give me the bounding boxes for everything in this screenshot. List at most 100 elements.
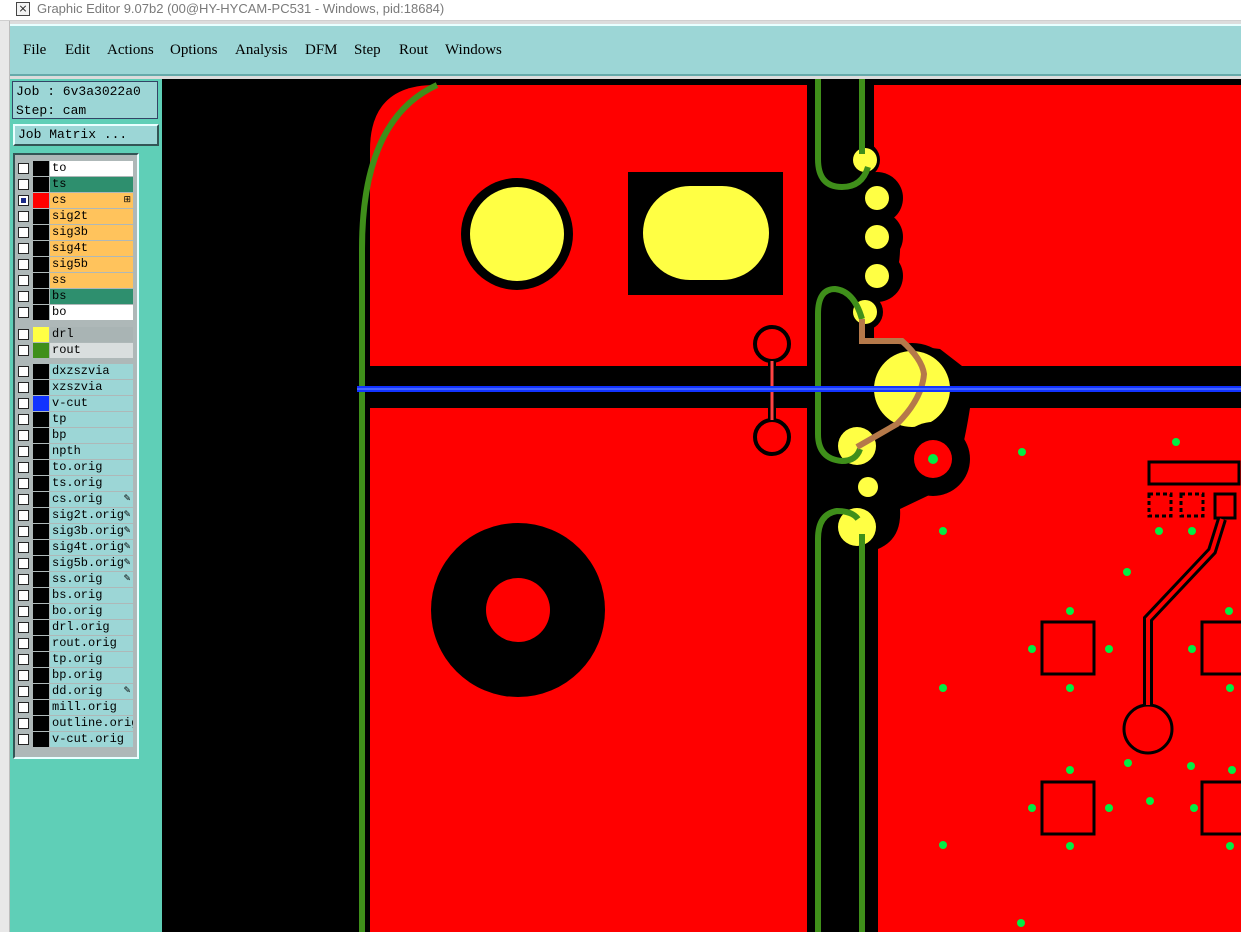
- layer-row-sig5b[interactable]: sig5b: [17, 257, 133, 272]
- layer-color-swatch[interactable]: [33, 524, 49, 539]
- layer-color-swatch[interactable]: [33, 177, 49, 192]
- layer-checkbox[interactable]: [18, 345, 29, 356]
- layer-checkbox[interactable]: [18, 638, 29, 649]
- layer-name[interactable]: tp: [50, 412, 133, 427]
- layer-name[interactable]: drl.orig: [50, 620, 133, 635]
- layer-checkbox[interactable]: [18, 195, 29, 206]
- layer-checkbox[interactable]: [18, 702, 29, 713]
- layer-row-xzszvia[interactable]: xzszvia: [17, 380, 133, 395]
- layer-checkbox[interactable]: [18, 542, 29, 553]
- job-matrix-button[interactable]: Job Matrix ...: [13, 124, 159, 146]
- layer-checkbox[interactable]: [18, 430, 29, 441]
- layer-row-v-cut-orig[interactable]: v-cut.orig: [17, 732, 133, 747]
- layer-row-dxzszvia[interactable]: dxzszvia: [17, 364, 133, 379]
- layer-row-sig4t[interactable]: sig4t: [17, 241, 133, 256]
- layer-name[interactable]: ts.orig: [50, 476, 133, 491]
- graphic-canvas[interactable]: [162, 79, 1241, 932]
- layer-row-to[interactable]: to: [17, 161, 133, 176]
- layer-color-swatch[interactable]: [33, 700, 49, 715]
- layer-name[interactable]: npth: [50, 444, 133, 459]
- layer-color-swatch[interactable]: [33, 412, 49, 427]
- layer-name[interactable]: bs: [50, 289, 133, 304]
- menu-analysis[interactable]: Analysis: [235, 42, 288, 59]
- layer-name[interactable]: v-cut.orig: [50, 732, 133, 747]
- layer-checkbox[interactable]: [18, 478, 29, 489]
- layer-color-swatch[interactable]: [33, 572, 49, 587]
- layer-color-swatch[interactable]: [33, 476, 49, 491]
- layer-name[interactable]: bp: [50, 428, 133, 443]
- layer-checkbox[interactable]: [18, 259, 29, 270]
- layer-color-swatch[interactable]: [33, 209, 49, 224]
- layer-name[interactable]: dd.orig ✎: [50, 684, 133, 699]
- layer-color-swatch[interactable]: [33, 588, 49, 603]
- layer-name[interactable]: ts: [50, 177, 133, 192]
- layer-name[interactable]: xzszvia: [50, 380, 133, 395]
- layer-row-sig2t[interactable]: sig2t: [17, 209, 133, 224]
- menu-actions[interactable]: Actions: [107, 42, 154, 59]
- layer-color-swatch[interactable]: [33, 716, 49, 731]
- layer-row-bo-orig[interactable]: bo.orig: [17, 604, 133, 619]
- layer-name[interactable]: dxzszvia: [50, 364, 133, 379]
- layer-name[interactable]: cs.orig ✎: [50, 492, 133, 507]
- layer-name[interactable]: sig5b: [50, 257, 133, 272]
- layer-row-bo[interactable]: bo: [17, 305, 133, 320]
- layer-color-swatch[interactable]: [33, 327, 49, 342]
- layer-row-dd-orig[interactable]: dd.orig ✎: [17, 684, 133, 699]
- layer-checkbox[interactable]: [18, 446, 29, 457]
- layer-color-swatch[interactable]: [33, 508, 49, 523]
- layer-color-swatch[interactable]: [33, 428, 49, 443]
- layer-checkbox[interactable]: [18, 558, 29, 569]
- layer-name[interactable]: ss.orig ✎: [50, 572, 133, 587]
- menu-windows[interactable]: Windows: [445, 42, 502, 59]
- layer-name[interactable]: rout: [50, 343, 133, 358]
- layer-name[interactable]: drl: [50, 327, 133, 342]
- layer-checkbox[interactable]: [18, 179, 29, 190]
- layer-color-swatch[interactable]: [33, 257, 49, 272]
- layer-name[interactable]: bp.orig: [50, 668, 133, 683]
- layer-row-drl[interactable]: drl: [17, 327, 133, 342]
- layer-color-swatch[interactable]: [33, 241, 49, 256]
- layer-color-swatch[interactable]: [33, 652, 49, 667]
- layer-color-swatch[interactable]: [33, 668, 49, 683]
- layer-row-drl-orig[interactable]: drl.orig: [17, 620, 133, 635]
- layer-checkbox[interactable]: [18, 211, 29, 222]
- layer-checkbox[interactable]: [18, 494, 29, 505]
- menu-options[interactable]: Options: [170, 42, 218, 59]
- layer-row-bp[interactable]: bp: [17, 428, 133, 443]
- layer-color-swatch[interactable]: [33, 225, 49, 240]
- menu-step[interactable]: Step: [354, 42, 381, 59]
- layer-checkbox[interactable]: [18, 329, 29, 340]
- menu-rout[interactable]: Rout: [399, 42, 428, 59]
- layer-color-swatch[interactable]: [33, 161, 49, 176]
- layer-row-rout[interactable]: rout: [17, 343, 133, 358]
- layer-checkbox[interactable]: [18, 275, 29, 286]
- layer-color-swatch[interactable]: [33, 343, 49, 358]
- layer-name[interactable]: sig5b.orig ✎: [50, 556, 133, 571]
- layer-color-swatch[interactable]: [33, 305, 49, 320]
- layer-color-swatch[interactable]: [33, 380, 49, 395]
- layer-name[interactable]: rout.orig: [50, 636, 133, 651]
- layer-row-bs[interactable]: bs: [17, 289, 133, 304]
- layer-row-rout-orig[interactable]: rout.orig: [17, 636, 133, 651]
- layer-name[interactable]: bs.orig: [50, 588, 133, 603]
- layer-checkbox[interactable]: [18, 526, 29, 537]
- layer-color-swatch[interactable]: [33, 604, 49, 619]
- layer-name[interactable]: to.orig: [50, 460, 133, 475]
- layer-row-cs-orig[interactable]: cs.orig ✎: [17, 492, 133, 507]
- layer-row-to-orig[interactable]: to.orig: [17, 460, 133, 475]
- layer-checkbox[interactable]: [18, 622, 29, 633]
- layer-color-swatch[interactable]: [33, 193, 49, 208]
- menu-edit[interactable]: Edit: [65, 42, 90, 59]
- layer-name[interactable]: bo: [50, 305, 133, 320]
- layer-color-swatch[interactable]: [33, 460, 49, 475]
- layer-checkbox[interactable]: [18, 366, 29, 377]
- layer-row-bp-orig[interactable]: bp.orig: [17, 668, 133, 683]
- layer-checkbox[interactable]: [18, 382, 29, 393]
- layer-row-sig3b[interactable]: sig3b: [17, 225, 133, 240]
- layer-color-swatch[interactable]: [33, 636, 49, 651]
- layer-checkbox[interactable]: [18, 590, 29, 601]
- layer-row-ss[interactable]: ss: [17, 273, 133, 288]
- layer-row-bs-orig[interactable]: bs.orig: [17, 588, 133, 603]
- layer-color-swatch[interactable]: [33, 289, 49, 304]
- layer-row-sig4t-orig[interactable]: sig4t.orig ✎: [17, 540, 133, 555]
